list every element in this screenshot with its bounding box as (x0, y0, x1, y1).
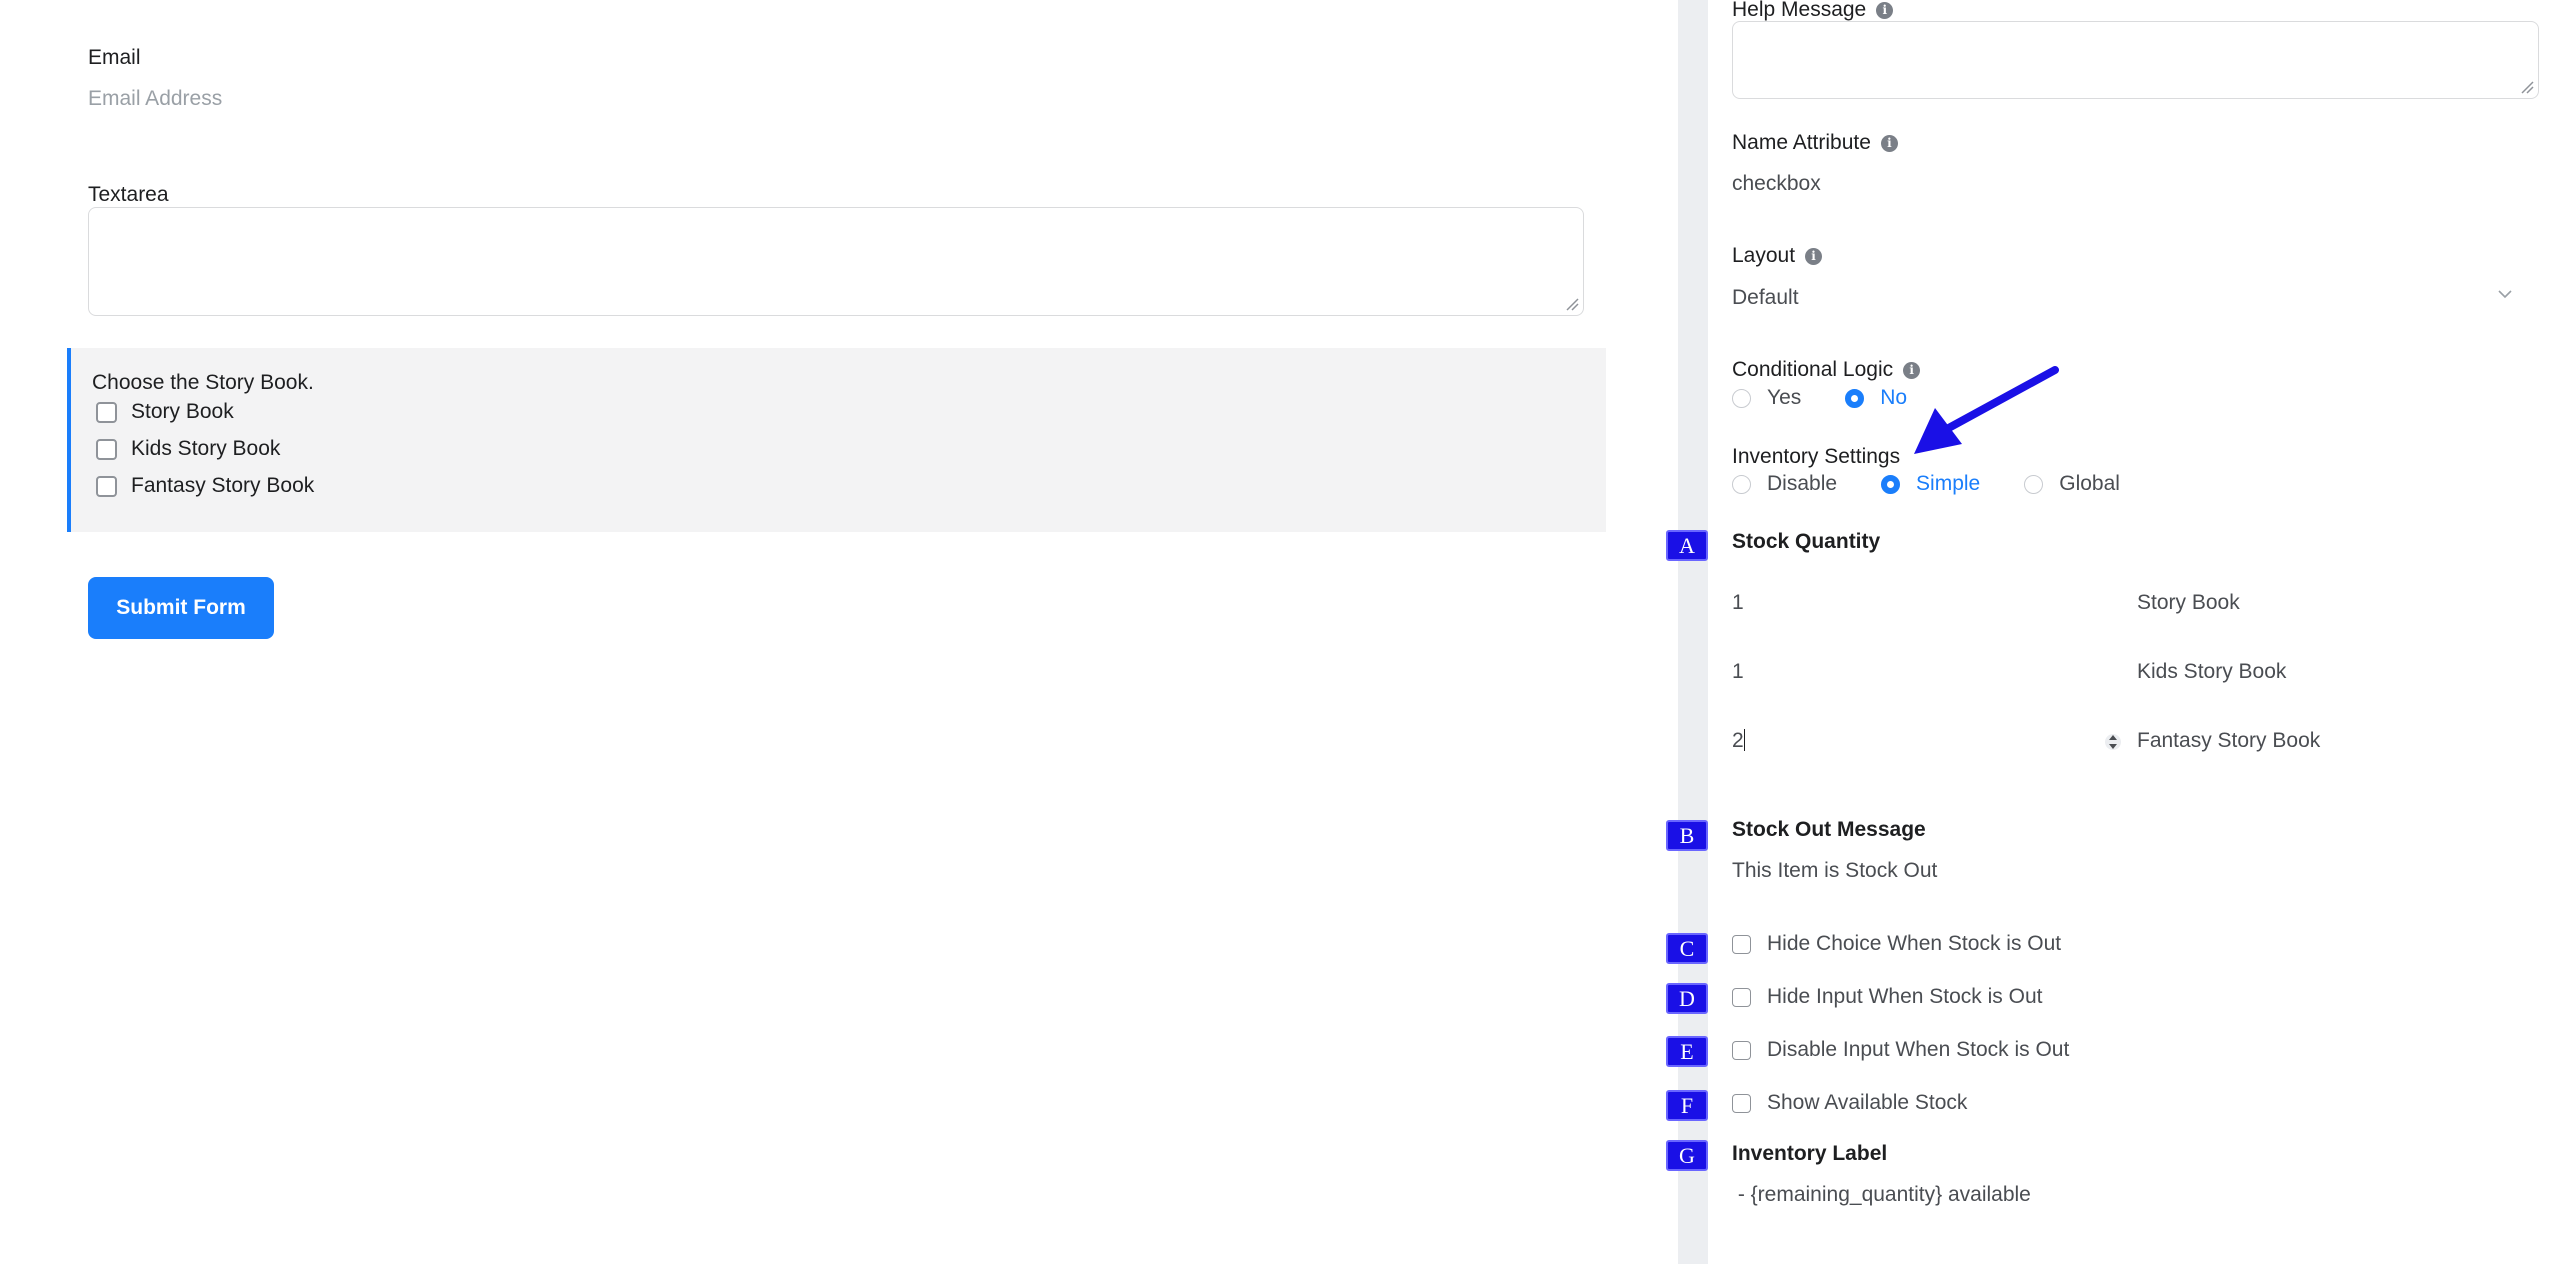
resize-grip-icon[interactable] (1565, 297, 1579, 311)
field-settings-panel: Help Message i Name Attribute i checkbox… (1708, 0, 2560, 1264)
help-message-text: Help Message (1732, 0, 1867, 21)
name-attribute-text: Name Attribute (1732, 131, 1871, 154)
checkbox-option[interactable]: Fantasy Story Book (96, 474, 314, 498)
hide-choice-checkbox-row[interactable]: Hide Choice When Stock is Out (1732, 932, 2061, 956)
stock-quantity-input-active[interactable]: 2 (1732, 729, 1745, 753)
radio-label: Global (2059, 472, 2120, 495)
stock-out-message-label: Stock Out Message (1732, 818, 1926, 841)
number-stepper-icon[interactable] (2105, 731, 2121, 753)
checkbox-option-label: Kids Story Book (131, 437, 281, 460)
radio-no[interactable]: No (1845, 386, 1907, 410)
radio-label: Simple (1916, 472, 1981, 495)
checkbox[interactable] (96, 401, 117, 423)
stock-out-message-input[interactable]: This Item is Stock Out (1732, 859, 1937, 883)
annotation-tag-g: G (1666, 1140, 1708, 1171)
hide-input-checkbox-row[interactable]: Hide Input When Stock is Out (1732, 985, 2042, 1009)
radio-button[interactable] (1732, 388, 1751, 408)
info-icon[interactable]: i (1876, 1, 1894, 19)
checkbox-label: Disable Input When Stock is Out (1767, 1038, 2070, 1061)
resize-grip-icon[interactable] (2520, 80, 2534, 94)
disable-input-checkbox-row[interactable]: Disable Input When Stock is Out (1732, 1038, 2069, 1062)
radio-button-selected[interactable] (1845, 388, 1865, 408)
textarea-input[interactable] (88, 207, 1584, 316)
show-available-stock-checkbox-row[interactable]: Show Available Stock (1732, 1091, 1967, 1115)
checkbox-option[interactable]: Story Book (96, 400, 234, 424)
inventory-label-input[interactable]: - {remaining_quantity} available (1732, 1183, 2031, 1207)
form-preview: Email Email Address Textarea Choose the … (0, 0, 1678, 1264)
stock-item-name: Story Book (2137, 591, 2240, 614)
checkbox[interactable] (1732, 987, 1751, 1007)
layout-label: Layout i (1732, 244, 1823, 268)
checkbox-option-label: Story Book (131, 400, 234, 423)
info-icon[interactable]: i (1880, 134, 1898, 152)
checkbox-label: Show Available Stock (1767, 1091, 1968, 1114)
info-icon[interactable]: i (1805, 247, 1823, 265)
email-label: Email (88, 46, 141, 69)
submit-form-button[interactable]: Submit Form (88, 577, 274, 639)
layout-text: Layout (1732, 244, 1796, 267)
radio-button[interactable] (1732, 474, 1751, 494)
annotation-arrow-icon (1914, 366, 2059, 454)
stock-quantity-label: Stock Quantity (1732, 530, 1881, 553)
help-message-input[interactable] (1732, 21, 2539, 99)
checkbox-label: Hide Input When Stock is Out (1767, 985, 2043, 1008)
radio-label: Disable (1767, 472, 1838, 495)
inventory-label-label: Inventory Label (1732, 1142, 1888, 1165)
text-cursor (1743, 729, 1745, 751)
checkbox[interactable] (1732, 1093, 1751, 1113)
stock-quantity-input[interactable]: 1 (1732, 591, 1744, 615)
stock-item-name: Fantasy Story Book (2137, 729, 2321, 752)
checkbox[interactable] (1732, 1040, 1751, 1060)
name-attribute-label: Name Attribute i (1732, 131, 1898, 155)
annotation-tag-d: D (1666, 983, 1708, 1014)
checkbox[interactable] (1732, 934, 1751, 954)
annotation-tag-c: C (1666, 933, 1708, 964)
annotation-tag-b: B (1666, 820, 1708, 851)
stock-item-name: Kids Story Book (2137, 660, 2287, 683)
textarea-label: Textarea (88, 183, 169, 206)
email-input[interactable]: Email Address (88, 87, 222, 111)
inventory-settings-radios: Disable Simple Global (1732, 472, 2164, 496)
checkbox-label: Hide Choice When Stock is Out (1767, 932, 2062, 955)
annotation-tag-e: E (1666, 1036, 1708, 1067)
conditional-logic-label: Conditional Logic i (1732, 358, 1921, 382)
stock-quantity-value: 2 (1732, 729, 1744, 752)
radio-disable[interactable]: Disable (1732, 472, 1837, 496)
annotation-tag-f: F (1666, 1090, 1708, 1121)
checkbox[interactable] (96, 475, 117, 497)
name-attribute-input[interactable]: checkbox (1732, 172, 1821, 196)
checkbox-option-label: Fantasy Story Book (131, 474, 315, 497)
checkbox-option[interactable]: Kids Story Book (96, 437, 280, 461)
help-message-label: Help Message i (1732, 0, 1894, 22)
checkbox-group-label: Choose the Story Book. (92, 371, 314, 394)
checkbox-group: Choose the Story Book. Story Book Kids S… (67, 348, 1606, 532)
checkbox[interactable] (96, 438, 117, 460)
stock-quantity-input[interactable]: 1 (1732, 660, 1744, 684)
layout-select[interactable]: Default (1732, 286, 1799, 310)
radio-simple[interactable]: Simple (1881, 472, 1980, 496)
radio-button-selected[interactable] (1881, 474, 1901, 494)
radio-button[interactable] (2024, 474, 2044, 494)
panel-divider (1678, 0, 1708, 1264)
annotation-tag-a: A (1666, 530, 1708, 561)
radio-yes[interactable]: Yes (1732, 386, 1801, 410)
stock-quantity-row: 1 Story Book (1732, 573, 2540, 633)
stock-quantity-row: 1 Kids Story Book (1732, 642, 2540, 702)
radio-label: Yes (1767, 386, 1802, 409)
stock-quantity-row: 2 Fantasy Story Book (1732, 711, 2540, 771)
conditional-logic-text: Conditional Logic (1732, 358, 1894, 381)
inventory-settings-label: Inventory Settings (1732, 445, 1901, 468)
radio-global[interactable]: Global (2024, 472, 2120, 496)
chevron-down-icon[interactable] (2497, 286, 2513, 302)
